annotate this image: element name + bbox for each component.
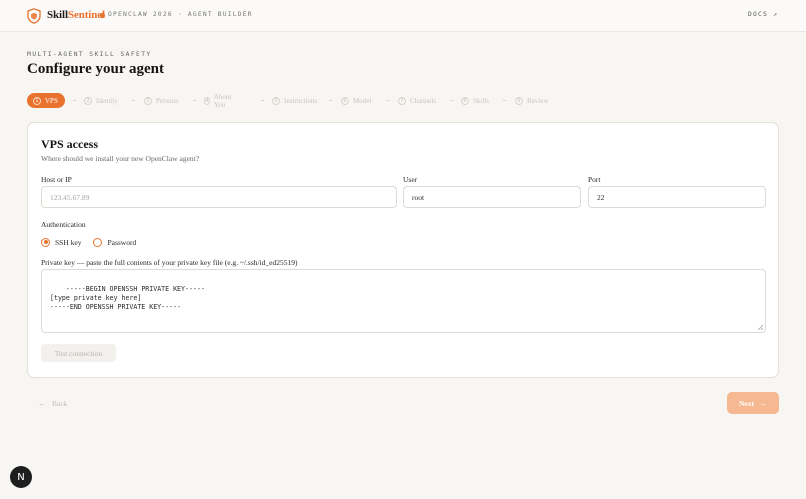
step-separator bbox=[132, 100, 135, 101]
auth-label: Authentication bbox=[41, 220, 86, 229]
password-label[interactable]: Password bbox=[107, 238, 136, 247]
ssh-key-label[interactable]: SSH key bbox=[55, 238, 81, 247]
auth-radio-group: SSH key Password bbox=[41, 236, 148, 248]
card-title: VPS access bbox=[41, 137, 98, 151]
card-subtitle: Where should we install your new OpenCla… bbox=[41, 154, 200, 163]
step-persona[interactable]: 3 Persona bbox=[144, 93, 178, 108]
step-instructions[interactable]: 5 Instructions bbox=[272, 93, 317, 108]
brand-dot bbox=[100, 13, 105, 18]
top-bar: SkillSentinel OPENCLAW 2026 · AGENT BUIL… bbox=[0, 0, 806, 32]
port-label: Port bbox=[588, 175, 601, 184]
step-separator bbox=[387, 100, 390, 101]
step-review[interactable]: 9 Review bbox=[515, 93, 548, 108]
step-skills[interactable]: 8 Skills bbox=[461, 93, 489, 108]
back-button[interactable]: ← Back bbox=[38, 397, 67, 409]
brand-subtitle: OPENCLAW 2026 · AGENT BUILDER bbox=[108, 11, 253, 18]
step-label: Skills bbox=[473, 96, 489, 105]
next-button[interactable]: Next → bbox=[727, 392, 779, 414]
dev-indicator-badge[interactable]: N bbox=[10, 466, 32, 488]
step-number: 6 bbox=[341, 96, 349, 105]
step-label: Model bbox=[353, 96, 372, 105]
next-label: Next bbox=[739, 398, 754, 408]
shield-icon bbox=[27, 8, 41, 24]
user-input[interactable] bbox=[403, 186, 581, 208]
step-number: 8 bbox=[461, 96, 469, 105]
step-separator bbox=[261, 100, 264, 101]
step-channels[interactable]: 7 Channels bbox=[398, 93, 436, 108]
step-number: 3 bbox=[144, 96, 152, 105]
private-key-textarea[interactable]: -----BEGIN OPENSSH PRIVATE KEY----- [typ… bbox=[41, 269, 766, 333]
arrow-left-icon: ← bbox=[38, 398, 46, 408]
vps-access-card: VPS access Where should we install your … bbox=[27, 122, 779, 378]
step-label: Persona bbox=[156, 96, 179, 105]
step-label: Instructions bbox=[284, 96, 318, 105]
docs-link[interactable]: DOCS ↗ bbox=[748, 11, 778, 18]
step-label: Channels bbox=[410, 96, 437, 105]
step-label: VPS bbox=[45, 96, 58, 105]
step-label: About You bbox=[213, 92, 232, 109]
page-eyebrow: MULTI-AGENT SKILL SAFETY bbox=[27, 51, 152, 58]
password-radio[interactable] bbox=[93, 237, 103, 247]
step-number: 9 bbox=[515, 96, 523, 105]
step-number: 4 bbox=[204, 96, 210, 105]
arrow-right-icon: → bbox=[759, 398, 767, 408]
page-title: Configure your agent bbox=[27, 61, 164, 77]
step-number: 2 bbox=[84, 96, 92, 105]
host-label: Host or IP bbox=[41, 175, 72, 184]
step-label: Identity bbox=[96, 96, 118, 105]
port-input[interactable] bbox=[588, 186, 766, 208]
brand-logo[interactable]: SkillSentinel bbox=[47, 9, 105, 21]
step-about-you[interactable]: 4 About You bbox=[204, 92, 234, 109]
step-identity[interactable]: 2 Identity bbox=[84, 93, 118, 108]
resize-grip-icon[interactable] bbox=[757, 324, 763, 330]
brand-name-prefix: Skill bbox=[47, 9, 68, 21]
step-separator bbox=[451, 100, 454, 101]
step-vps[interactable]: 1 VPS bbox=[27, 93, 65, 108]
step-separator bbox=[329, 100, 332, 101]
test-connection-button[interactable]: Test connection bbox=[41, 344, 116, 362]
step-model[interactable]: 6 Model bbox=[341, 93, 371, 108]
private-key-label: Private key — paste the full contents of… bbox=[41, 258, 298, 267]
step-separator bbox=[503, 100, 506, 101]
step-number: 5 bbox=[272, 96, 280, 105]
step-separator bbox=[73, 100, 76, 101]
ssh-key-radio[interactable] bbox=[41, 237, 50, 247]
host-input[interactable] bbox=[41, 186, 397, 208]
back-label: Back bbox=[52, 398, 68, 408]
private-key-text: -----BEGIN OPENSSH PRIVATE KEY----- [typ… bbox=[50, 285, 205, 311]
step-label: Review bbox=[527, 96, 549, 105]
step-number: 1 bbox=[33, 96, 41, 105]
step-separator bbox=[193, 100, 196, 101]
user-label: User bbox=[403, 175, 418, 184]
step-number: 7 bbox=[398, 96, 406, 105]
